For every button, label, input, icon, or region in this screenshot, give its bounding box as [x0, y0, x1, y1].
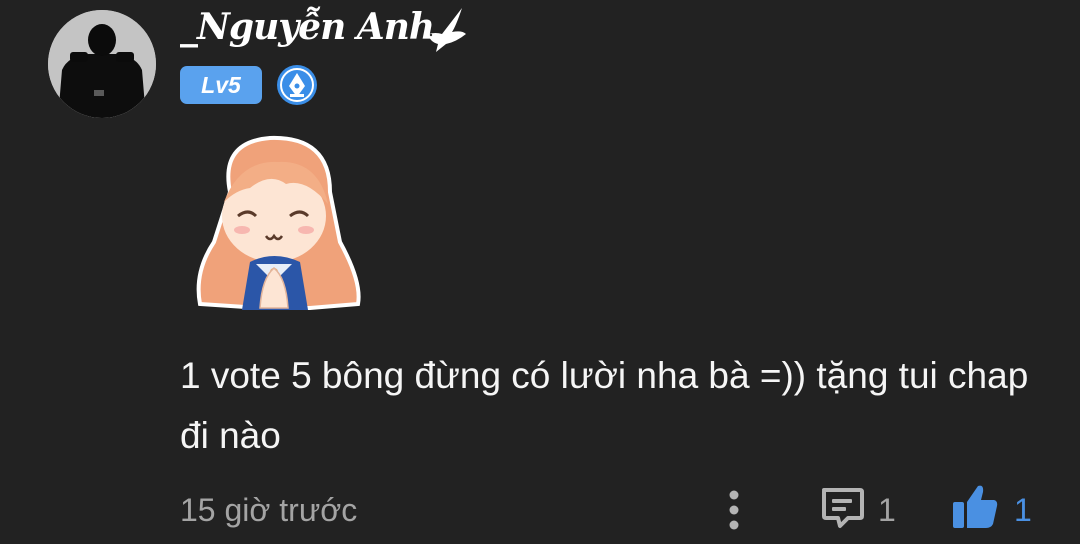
more-vertical-icon[interactable] — [726, 488, 742, 532]
username[interactable]: _Nguyễn Anh — [180, 6, 435, 48]
like-count[interactable]: 1 — [1014, 492, 1032, 529]
reply-comment-icon[interactable] — [818, 484, 866, 532]
avatar[interactable] — [48, 10, 156, 118]
anime-girl-praying-sticker — [196, 135, 361, 310]
thumbs-up-icon[interactable] — [950, 482, 1000, 532]
reply-count[interactable]: 1 — [878, 492, 896, 529]
timestamp: 15 giờ trước — [180, 492, 358, 528]
level-badge: Lv5 — [180, 66, 262, 104]
comment-card: _Nguyễn Anh Lv5 1 vote 5 bông đừng có lư… — [0, 0, 1080, 544]
pen-badge-icon — [277, 65, 317, 105]
comment-text: 1 vote 5 bông đừng có lười nha bà =)) tặ… — [180, 355, 1029, 456]
level-label: Lv5 — [201, 71, 241, 98]
dove-icon — [428, 8, 466, 52]
